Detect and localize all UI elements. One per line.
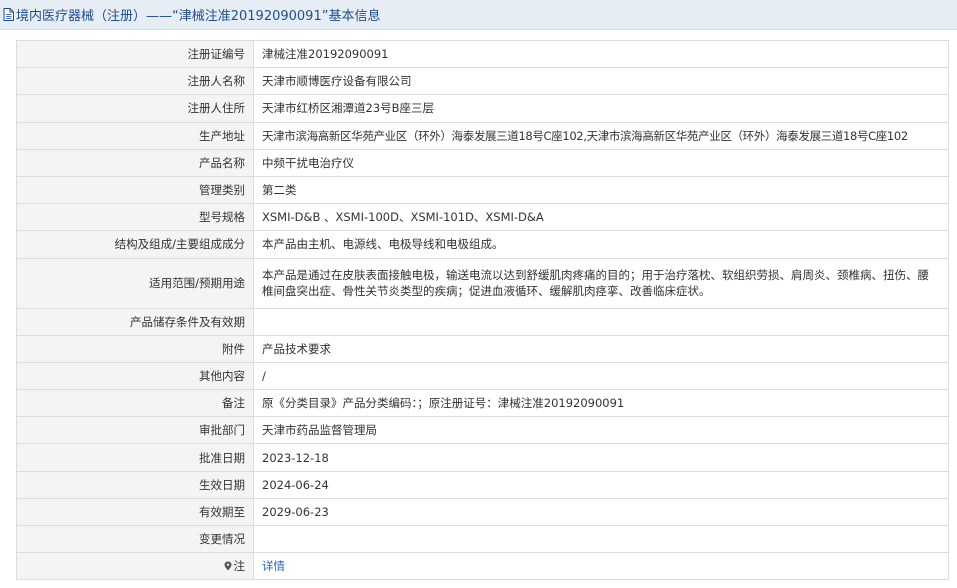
row-label: 注册证编号 bbox=[16, 39, 254, 69]
row-value: XSMI-D&B 、XSMI-100D、XSMI-101D、XSMI-D&A bbox=[253, 203, 949, 232]
row-value bbox=[253, 524, 949, 554]
page-header: 境内医疗器械（注册）——“津械注准20192090091”基本信息 bbox=[0, 0, 957, 30]
row-value: 2023-12-18 bbox=[253, 443, 949, 472]
table-row: 产品储存条件及有效期 bbox=[16, 307, 949, 336]
row-value: 本产品由主机、电源线、电极导线和电极组成。 bbox=[253, 230, 949, 259]
table-row: 注册证编号 津械注准20192090091 bbox=[16, 39, 949, 69]
row-label: 变更情况 bbox=[16, 524, 254, 554]
device-info-table: 注册证编号 津械注准20192090091 注册人名称 天津市顺博医疗设备有限公… bbox=[16, 39, 949, 581]
row-label: 审批部门 bbox=[16, 416, 254, 445]
table-row: 有效期至 2029-06-23 bbox=[16, 497, 949, 527]
note-value: 详情 bbox=[253, 552, 949, 581]
details-link[interactable]: 详情 bbox=[262, 559, 285, 573]
page-title: 境内医疗器械（注册）——“津械注准20192090091”基本信息 bbox=[16, 9, 381, 24]
table-row: 生效日期 2024-06-24 bbox=[16, 470, 949, 499]
table-row: 变更情况 bbox=[16, 524, 949, 554]
row-value bbox=[253, 307, 949, 336]
row-label: 产品名称 bbox=[16, 148, 254, 177]
row-label: 适用范围/预期用途 bbox=[16, 257, 254, 309]
row-label: 生产地址 bbox=[16, 121, 254, 150]
row-value: 天津市红桥区湘潭道23号B座三层 bbox=[253, 94, 949, 123]
row-label: 附件 bbox=[16, 334, 254, 363]
table-row: 其他内容 / bbox=[16, 361, 949, 391]
note-label-text: 注 bbox=[233, 559, 246, 574]
table-row: 附件 产品技术要求 bbox=[16, 334, 949, 363]
table-row: 适用范围/预期用途 本产品是通过在皮肤表面接触电极，输送电流以达到舒缓肌肉疼痛的… bbox=[16, 257, 949, 309]
row-label: 结构及组成/主要组成成分 bbox=[16, 230, 254, 259]
table-row: 批准日期 2023-12-18 bbox=[16, 443, 949, 472]
table-row: 管理类别 第二类 bbox=[16, 175, 949, 205]
map-pin-icon bbox=[224, 561, 232, 571]
table-row-note: 注 详情 bbox=[16, 552, 949, 581]
table-row: 注册人名称 天津市顺博医疗设备有限公司 bbox=[16, 67, 949, 96]
row-value: 天津市顺博医疗设备有限公司 bbox=[253, 67, 949, 96]
row-value: 津械注准20192090091 bbox=[253, 39, 949, 69]
row-value: 原《分类目录》产品分类编码：；原注册证号：津械注准20192090091 bbox=[253, 389, 949, 418]
row-label: 备注 bbox=[16, 389, 254, 418]
row-value: 2024-06-24 bbox=[253, 470, 949, 499]
row-label: 生效日期 bbox=[16, 470, 254, 499]
row-label: 管理类别 bbox=[16, 175, 254, 205]
table-row: 备注 原《分类目录》产品分类编码：；原注册证号：津械注准20192090091 bbox=[16, 389, 949, 418]
table-row: 产品名称 中频干扰电治疗仪 bbox=[16, 148, 949, 177]
row-value: 天津市滨海高新区华苑产业区（环外）海泰发展三道18号C座102,天津市滨海高新区… bbox=[253, 121, 949, 150]
row-value: / bbox=[253, 361, 949, 391]
row-value: 中频干扰电治疗仪 bbox=[253, 148, 949, 177]
row-value: 本产品是通过在皮肤表面接触电极，输送电流以达到舒缓肌肉疼痛的目的；用于治疗落枕、… bbox=[253, 257, 949, 309]
row-value: 2029-06-23 bbox=[253, 497, 949, 527]
row-label: 有效期至 bbox=[16, 497, 254, 527]
row-value: 天津市药品监督管理局 bbox=[253, 416, 949, 445]
document-icon bbox=[3, 8, 14, 21]
row-value: 产品技术要求 bbox=[253, 334, 949, 363]
table-row: 审批部门 天津市药品监督管理局 bbox=[16, 416, 949, 445]
table-row: 生产地址 天津市滨海高新区华苑产业区（环外）海泰发展三道18号C座102,天津市… bbox=[16, 121, 949, 150]
note-label: 注 bbox=[16, 552, 254, 581]
table-row: 型号规格 XSMI-D&B 、XSMI-100D、XSMI-101D、XSMI-… bbox=[16, 203, 949, 232]
row-value: 第二类 bbox=[253, 175, 949, 205]
row-label: 批准日期 bbox=[16, 443, 254, 472]
row-label: 产品储存条件及有效期 bbox=[16, 307, 254, 336]
row-label: 注册人名称 bbox=[16, 67, 254, 96]
table-row: 结构及组成/主要组成成分 本产品由主机、电源线、电极导线和电极组成。 bbox=[16, 230, 949, 259]
table-row: 注册人住所 天津市红桥区湘潭道23号B座三层 bbox=[16, 94, 949, 123]
row-label: 型号规格 bbox=[16, 203, 254, 232]
row-label: 其他内容 bbox=[16, 361, 254, 391]
row-label: 注册人住所 bbox=[16, 94, 254, 123]
